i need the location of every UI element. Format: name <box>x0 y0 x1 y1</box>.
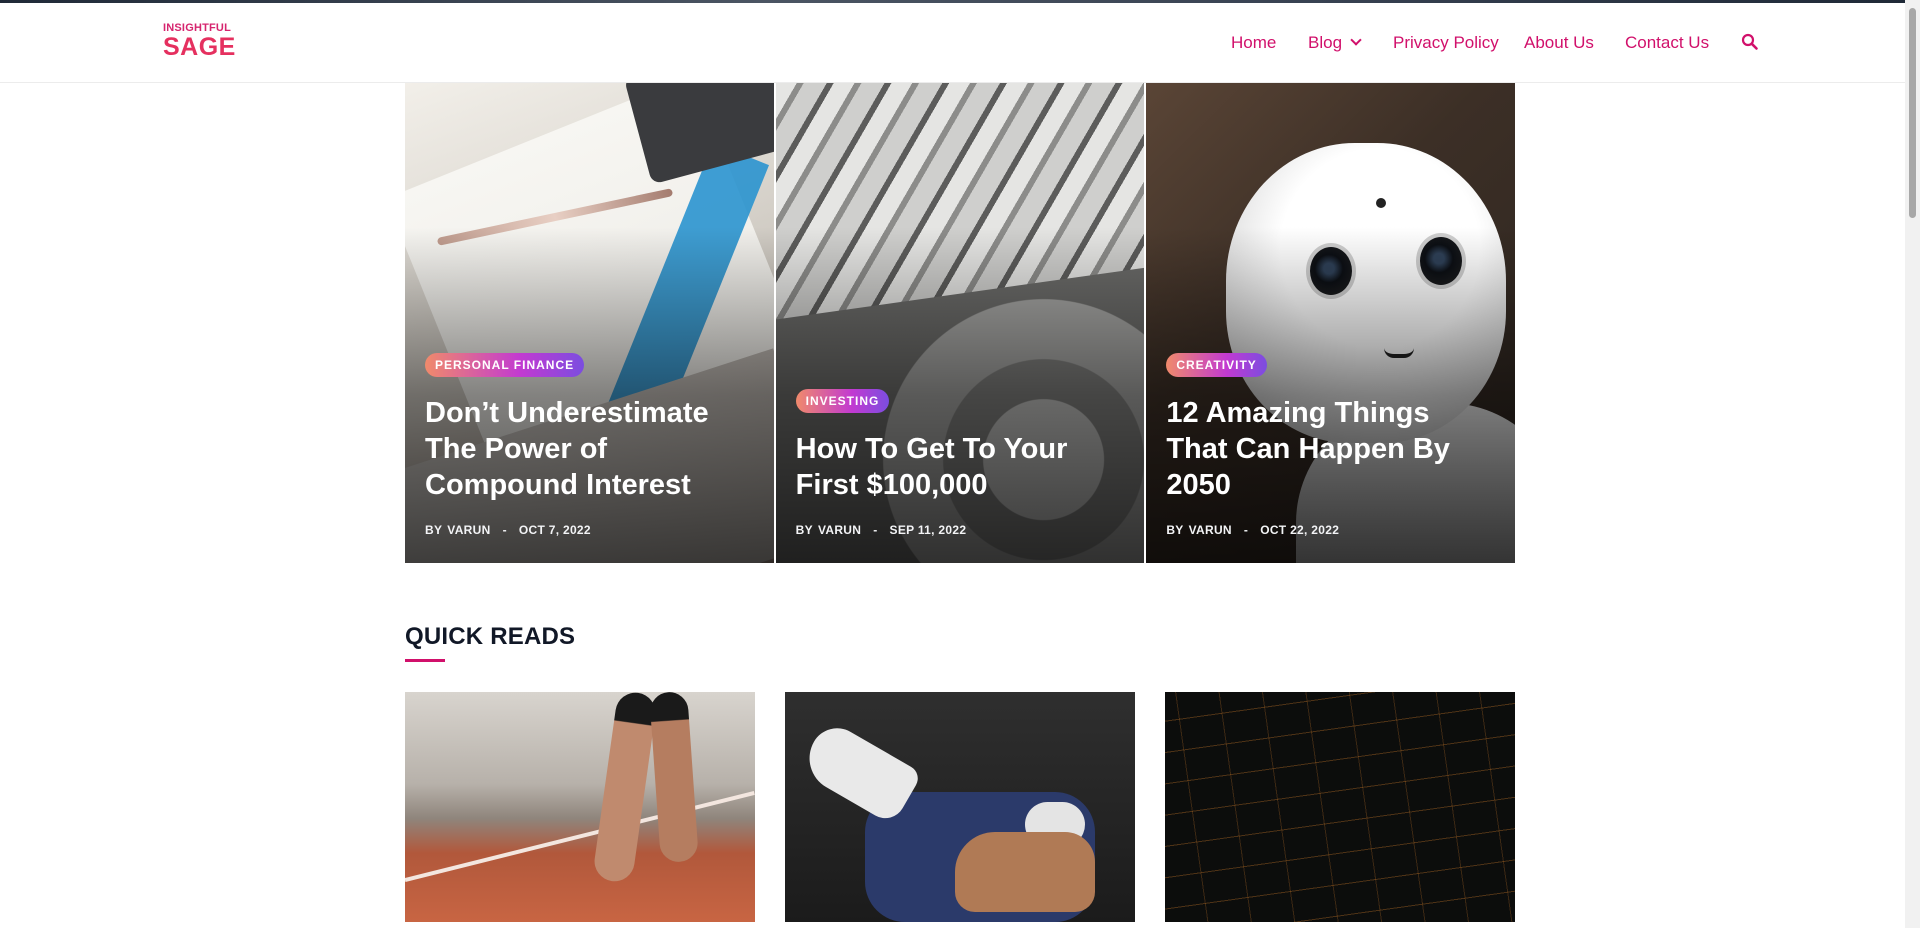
section-title: QUICK READS <box>405 623 576 650</box>
post-author[interactable]: VARUN <box>1189 523 1232 537</box>
nav-home[interactable]: Home <box>1231 33 1276 53</box>
logo-line-2: SAGE <box>163 33 236 61</box>
meta-separator: - <box>1243 523 1249 537</box>
post-title[interactable]: How To Get To Your First $100,000 <box>796 431 1125 503</box>
post-date: OCT 22, 2022 <box>1260 523 1340 537</box>
category-badge[interactable]: INVESTING <box>795 389 890 413</box>
chevron-down-icon <box>1350 34 1362 46</box>
quick-reads-grid <box>405 692 1515 922</box>
featured-posts: PERSONAL FINANCE Don’t Underestimate The… <box>405 83 1516 563</box>
page-scrollbar[interactable] <box>1905 0 1920 928</box>
nav-contact-us[interactable]: Contact Us <box>1625 33 1709 53</box>
post-date: SEP 11, 2022 <box>889 523 967 537</box>
post-author[interactable]: VARUN <box>447 523 490 537</box>
meta-by: BY <box>1166 523 1184 537</box>
post-content: CREATIVITY 12 Amazing Things That Can Ha… <box>1166 353 1495 537</box>
post-title[interactable]: 12 Amazing Things That Can Happen By 205… <box>1166 395 1495 503</box>
post-author[interactable]: VARUN <box>818 523 861 537</box>
featured-post-card[interactable]: INVESTING How To Get To Your First $100,… <box>775 83 1145 563</box>
post-date: OCT 7, 2022 <box>518 523 591 537</box>
section-underline <box>405 659 445 662</box>
nav-privacy-policy[interactable]: Privacy Policy <box>1393 33 1499 53</box>
meta-by: BY <box>425 523 443 537</box>
scrollbar-thumb[interactable] <box>1909 8 1916 218</box>
featured-post-card[interactable]: PERSONAL FINANCE Don’t Underestimate The… <box>405 83 774 563</box>
post-meta: BY VARUN - OCT 7, 2022 <box>425 523 754 537</box>
nav-blog-label: Blog <box>1308 33 1343 52</box>
featured-post-card[interactable]: CREATIVITY 12 Amazing Things That Can Ha… <box>1146 83 1516 563</box>
search-button[interactable] <box>1741 33 1761 53</box>
post-content: INVESTING How To Get To Your First $100,… <box>795 389 1125 537</box>
quick-read-card[interactable] <box>785 692 1135 922</box>
nav-blog[interactable]: Blog <box>1308 33 1362 53</box>
meta-separator: - <box>502 523 507 537</box>
category-badge[interactable]: CREATIVITY <box>1166 353 1267 377</box>
post-content: PERSONAL FINANCE Don’t Underestimate The… <box>425 353 754 537</box>
meta-by: BY <box>795 523 813 537</box>
meta-separator: - <box>873 523 878 537</box>
site-logo[interactable]: INSIGHTFUL SAGE <box>163 23 236 61</box>
nav-about-us[interactable]: About Us <box>1524 33 1594 53</box>
quick-reads-heading: QUICK READS <box>405 623 575 662</box>
post-title[interactable]: Don’t Underestimate The Power of Compoun… <box>425 395 754 503</box>
category-badge[interactable]: PERSONAL FINANCE <box>425 353 585 377</box>
quick-read-card[interactable] <box>1165 692 1515 922</box>
search-icon <box>1741 33 1758 50</box>
quick-read-card[interactable] <box>405 692 755 922</box>
post-meta: BY VARUN - SEP 11, 2022 <box>796 523 1125 537</box>
site-header: INSIGHTFUL SAGE Home Blog Privacy Policy… <box>0 3 1905 83</box>
post-meta: BY VARUN - OCT 22, 2022 <box>1166 523 1495 537</box>
